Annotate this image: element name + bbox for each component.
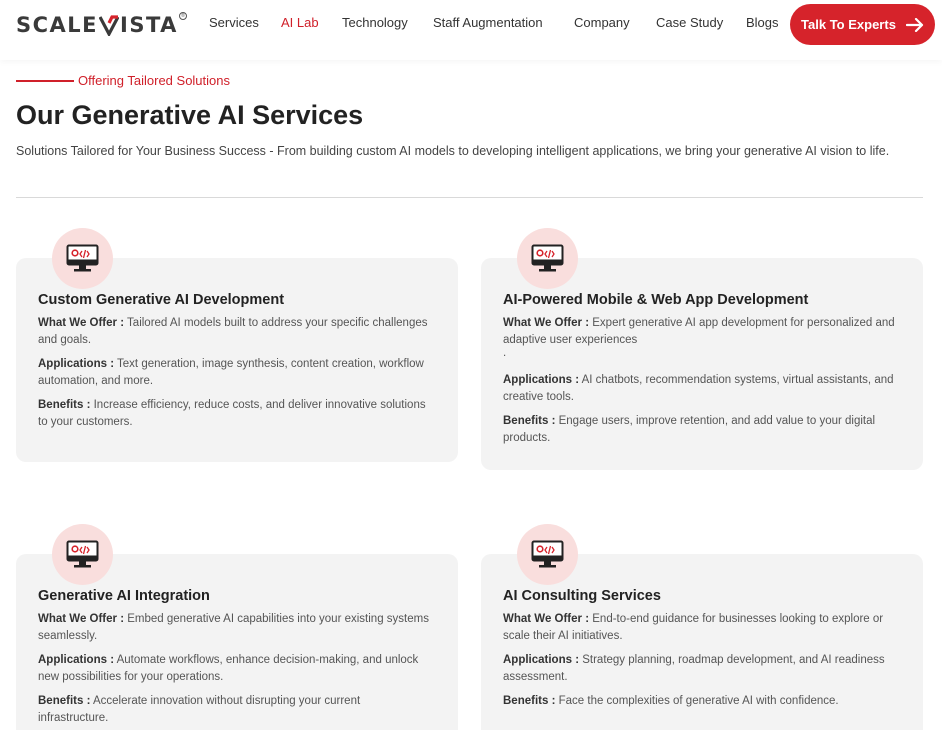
- offer-label: What We Offer :: [38, 613, 125, 625]
- benefits-label: Benefits :: [503, 695, 556, 707]
- registered-mark-icon: ®: [178, 12, 187, 20]
- offer-extra: .: [503, 347, 507, 359]
- card-title: Generative AI Integration: [38, 588, 210, 604]
- nav-company[interactable]: Company: [574, 15, 630, 30]
- monitor-code-icon: [66, 244, 99, 272]
- card-offer: What We Offer : End-to-end guidance for …: [503, 611, 903, 645]
- offer-label: What We Offer :: [38, 317, 125, 329]
- card-icon-circle: [517, 228, 578, 289]
- applications-label: Applications :: [503, 654, 580, 666]
- arrow-right-icon: [905, 17, 924, 32]
- card-benefits: Benefits : Face the complexities of gene…: [503, 693, 903, 710]
- page-title: Our Generative AI Services: [16, 100, 364, 130]
- site-header: SCALE ISTA ® Services AI Lab Technology …: [0, 0, 942, 60]
- benefits-label: Benefits :: [38, 399, 91, 411]
- benefits-text: Face the complexities of generative AI w…: [558, 695, 839, 707]
- card-body: What We Offer : End-to-end guidance for …: [503, 611, 903, 717]
- card-body: What We Offer : Embed generative AI capa…: [38, 611, 430, 730]
- card-benefits: Benefits : Accelerate innovation without…: [38, 693, 430, 727]
- nav-ai-lab[interactable]: AI Lab: [281, 15, 319, 30]
- card-body: What We Offer : Tailored AI models built…: [38, 315, 430, 438]
- card-benefits: Benefits : Increase efficiency, reduce c…: [38, 397, 430, 431]
- monitor-code-icon: [66, 540, 99, 568]
- benefits-text: Increase efficiency, reduce costs, and d…: [38, 399, 426, 428]
- card-benefits: Benefits : Engage users, improve retenti…: [503, 413, 903, 447]
- nav-staff-augmentation[interactable]: Staff Augmentation: [433, 15, 543, 30]
- eyebrow-line: [16, 79, 74, 82]
- nav-case-study[interactable]: Case Study: [656, 15, 723, 30]
- eyebrow-text: Offering Tailored Solutions: [78, 73, 231, 88]
- monitor-code-icon: [531, 540, 564, 568]
- card-offer: What We Offer : Expert generative AI app…: [503, 315, 903, 349]
- card-title: AI-Powered Mobile & Web App Development: [503, 292, 809, 308]
- offer-label: What We Offer :: [503, 317, 590, 329]
- card-body: What We Offer : Expert generative AI app…: [503, 315, 903, 454]
- card-title: Custom Generative AI Development: [38, 292, 285, 308]
- nav-technology[interactable]: Technology: [342, 15, 408, 30]
- card-offer: What We Offer : Tailored AI models built…: [38, 315, 430, 349]
- card-icon-circle: [517, 524, 578, 585]
- card-title: AI Consulting Services: [503, 588, 661, 604]
- benefits-label: Benefits :: [503, 415, 556, 427]
- section-divider: [16, 197, 923, 198]
- card-offer: What We Offer : Embed generative AI capa…: [38, 611, 430, 645]
- talk-to-experts-label: Talk To Experts: [801, 17, 896, 32]
- talk-to-experts-button[interactable]: Talk To Experts: [790, 4, 935, 45]
- card-applications: Applications : Automate workflows, enhan…: [38, 652, 430, 686]
- monitor-code-icon: [531, 244, 564, 272]
- nav-blogs[interactable]: Blogs: [746, 15, 779, 30]
- section-eyebrow: Offering Tailored Solutions: [16, 73, 230, 88]
- card-icon-circle: [52, 524, 113, 585]
- benefits-label: Benefits :: [38, 695, 91, 707]
- scalevista-logo[interactable]: SCALE ISTA ®: [16, 12, 187, 38]
- applications-label: Applications :: [503, 374, 580, 386]
- card-applications: Applications : Text generation, image sy…: [38, 356, 430, 390]
- benefits-text: Engage users, improve retention, and add…: [503, 415, 876, 444]
- logo-text-ista: ISTA: [120, 13, 178, 37]
- page-description: Solutions Tailored for Your Business Suc…: [16, 144, 890, 158]
- offer-label: What We Offer :: [503, 613, 590, 625]
- card-applications: Applications : AI chatbots, recommendati…: [503, 372, 903, 406]
- card-applications: Applications : Strategy planning, roadma…: [503, 652, 903, 686]
- nav-services[interactable]: Services: [209, 15, 259, 30]
- logo-text-scale: SCALE: [16, 13, 99, 37]
- logo-v-mark-icon: [99, 14, 120, 36]
- applications-label: Applications :: [38, 358, 115, 370]
- applications-label: Applications :: [38, 654, 115, 666]
- card-icon-circle: [52, 228, 113, 289]
